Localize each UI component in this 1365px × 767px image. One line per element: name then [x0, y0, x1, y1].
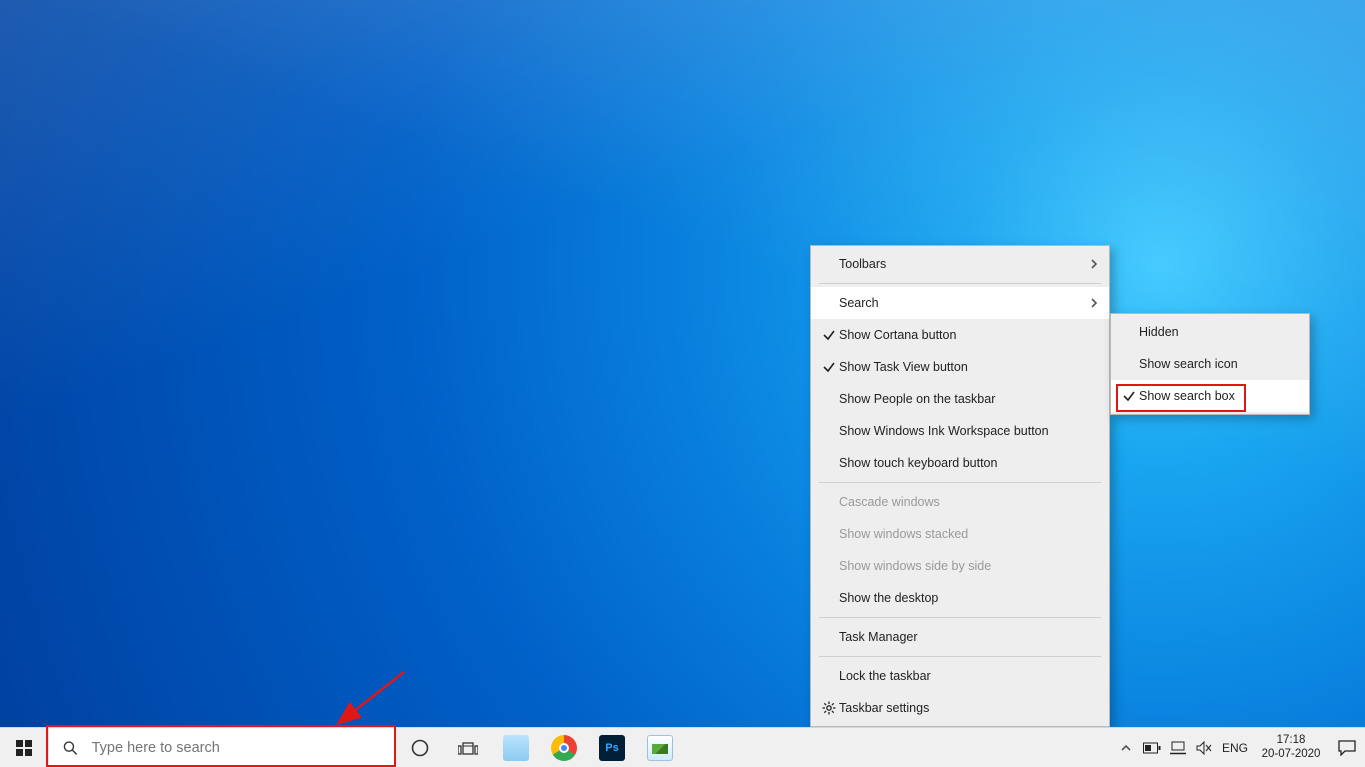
photos-icon: [647, 735, 673, 761]
taskbar-app-chrome[interactable]: [540, 728, 588, 767]
windows-logo-icon: [16, 740, 32, 756]
context-menu-item-show-task-view-button[interactable]: Show Task View button: [811, 351, 1109, 383]
start-button[interactable]: [0, 728, 48, 767]
action-center-icon: [1338, 740, 1356, 756]
context-menu-item-label: Search: [839, 296, 1085, 310]
taskbar-search-box[interactable]: [48, 728, 396, 767]
context-menu-item-show-touch-keyboard-button[interactable]: Show touch keyboard button: [811, 447, 1109, 479]
system-tray: ENG 17:18 20-07-2020: [1113, 728, 1365, 767]
taskbar-context-menu: Toolbars Search Show Cortana button Show Ta…: [810, 245, 1110, 727]
context-menu-item-cascade-windows: Cascade windows: [811, 486, 1109, 518]
context-menu-item-label: Toolbars: [839, 257, 1085, 271]
tray-time: 17:18: [1277, 734, 1306, 748]
cortana-button[interactable]: [396, 728, 444, 767]
tray-network-icon[interactable]: [1165, 728, 1191, 767]
context-menu-item-show-windows-side-by-side: Show windows side by side: [811, 550, 1109, 582]
desktop-wallpaper[interactable]: Toolbars Search Show Cortana button Show Ta…: [0, 0, 1365, 767]
search-submenu-item-hidden[interactable]: Hidden: [1111, 316, 1309, 348]
checkmark-icon: [819, 328, 839, 342]
annotation-arrow: [330, 668, 410, 730]
taskbar-search-input[interactable]: [92, 740, 395, 756]
context-menu-item-label: Show the desktop: [839, 591, 1085, 605]
context-menu-item-lock-the-taskbar[interactable]: Lock the taskbar: [811, 660, 1109, 692]
context-menu-separator: [819, 656, 1101, 657]
context-menu-item-show-windows-ink-workspace-button[interactable]: Show Windows Ink Workspace button: [811, 415, 1109, 447]
context-menu-item-task-manager[interactable]: Task Manager: [811, 621, 1109, 653]
network-icon: [1170, 741, 1186, 755]
taskbar-app-notepad[interactable]: [492, 728, 540, 767]
battery-icon: [1143, 742, 1161, 754]
context-menu-item-label: Task Manager: [839, 630, 1085, 644]
context-menu-item-taskbar-settings[interactable]: Taskbar settings: [811, 692, 1109, 724]
gear-icon: [819, 701, 839, 715]
cortana-icon: [411, 739, 429, 757]
search-submenu-item-label: Show search box: [1139, 389, 1235, 403]
action-center-button[interactable]: [1329, 728, 1365, 767]
chevron-right-icon: [1085, 298, 1099, 308]
context-menu-item-show-windows-stacked: Show windows stacked: [811, 518, 1109, 550]
context-menu-item-label: Show Cortana button: [839, 328, 1085, 342]
context-menu-item-label: Cascade windows: [839, 495, 1085, 509]
chevron-right-icon: [1085, 259, 1099, 269]
context-menu-item-label: Lock the taskbar: [839, 669, 1085, 683]
tray-language-indicator[interactable]: ENG: [1217, 728, 1253, 767]
search-submenu: Hidden Show search icon Show search box: [1110, 313, 1310, 415]
context-menu-item-show-cortana-button[interactable]: Show Cortana button: [811, 319, 1109, 351]
tray-battery-icon[interactable]: [1139, 728, 1165, 767]
context-menu-item-label: Show Task View button: [839, 360, 1085, 374]
photoshop-icon: Ps: [599, 735, 625, 761]
context-menu-separator: [819, 283, 1101, 284]
volume-mute-icon: [1196, 741, 1212, 755]
notepad-icon: [503, 735, 529, 761]
context-menu-item-show-the-desktop[interactable]: Show the desktop: [811, 582, 1109, 614]
task-view-button[interactable]: [444, 728, 492, 767]
search-submenu-item-show-search-box[interactable]: Show search box: [1111, 380, 1309, 412]
search-submenu-item-label: Show search icon: [1139, 357, 1238, 371]
tray-clock[interactable]: 17:18 20-07-2020: [1253, 728, 1329, 767]
context-menu-item-label: Show windows side by side: [839, 559, 1085, 573]
chrome-icon: [551, 735, 577, 761]
context-menu-item-show-people-on-the-taskbar[interactable]: Show People on the taskbar: [811, 383, 1109, 415]
checkmark-icon: [819, 360, 839, 374]
taskbar: Ps: [0, 727, 1365, 767]
search-submenu-item-show-search-icon[interactable]: Show search icon: [1111, 348, 1309, 380]
task-view-icon: [458, 740, 478, 756]
context-menu-separator: [819, 617, 1101, 618]
context-menu-separator: [819, 482, 1101, 483]
chevron-up-icon: [1121, 743, 1131, 753]
search-submenu-item-label: Hidden: [1139, 325, 1179, 339]
search-icon: [63, 740, 78, 756]
context-menu-item-label: Show touch keyboard button: [839, 456, 1085, 470]
context-menu-item-label: Show People on the taskbar: [839, 392, 1085, 406]
tray-overflow-button[interactable]: [1113, 728, 1139, 767]
context-menu-item-label: Show Windows Ink Workspace button: [839, 424, 1085, 438]
tray-volume-icon[interactable]: [1191, 728, 1217, 767]
tray-date: 20-07-2020: [1262, 748, 1321, 762]
context-menu-item-label: Show windows stacked: [839, 527, 1085, 541]
context-menu-item-label: Taskbar settings: [839, 701, 1085, 715]
taskbar-app-photoshop[interactable]: Ps: [588, 728, 636, 767]
checkmark-icon: [1119, 389, 1139, 403]
context-menu-item-toolbars[interactable]: Toolbars: [811, 248, 1109, 280]
taskbar-app-photos[interactable]: [636, 728, 684, 767]
context-menu-item-search[interactable]: Search: [811, 287, 1109, 319]
